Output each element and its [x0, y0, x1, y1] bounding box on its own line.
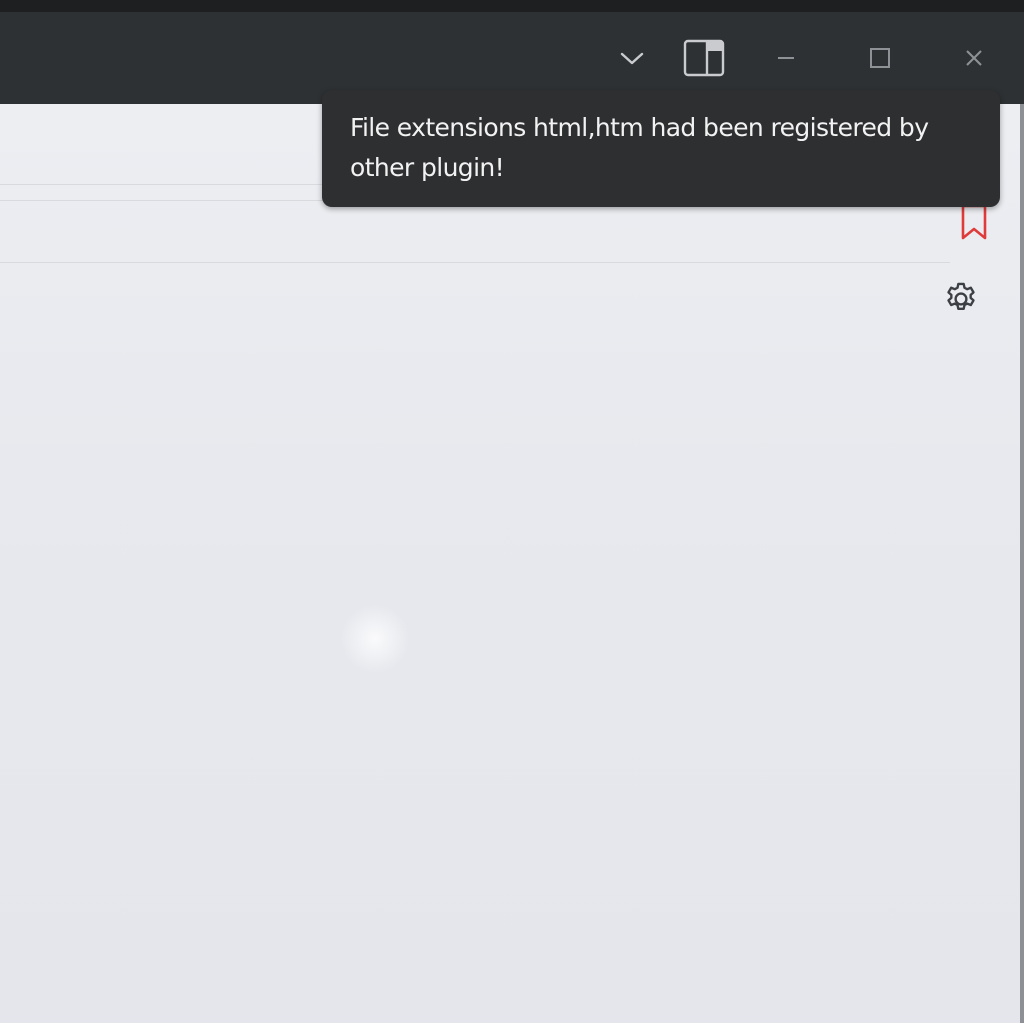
header-divider: [0, 262, 950, 263]
chevron-down-icon: [619, 49, 645, 67]
minimize-icon: [774, 55, 798, 61]
bookmark-button[interactable]: [954, 204, 994, 244]
maximize-button[interactable]: [858, 40, 902, 76]
dropdown-chevron-button[interactable]: [610, 40, 654, 76]
close-icon: [963, 47, 985, 69]
app-window: File extensions html,htm had been regist…: [0, 0, 1024, 1023]
bookmark-icon: [959, 203, 989, 245]
split-view-button[interactable]: [682, 39, 726, 77]
notification-toast: File extensions html,htm had been regist…: [322, 90, 1000, 207]
toolbar-divider: [0, 184, 330, 185]
close-button[interactable]: [952, 40, 996, 76]
minimize-button[interactable]: [764, 40, 808, 76]
screen-bezel: [0, 0, 1024, 12]
notification-message: File extensions html,htm had been regist…: [350, 113, 929, 182]
maximize-icon: [868, 46, 892, 70]
toolbar-divider: [0, 200, 330, 201]
split-view-icon: [683, 39, 725, 77]
settings-button[interactable]: [941, 281, 981, 321]
main-content-area: [0, 104, 1020, 1023]
window-edge: [1020, 104, 1024, 1023]
gear-icon: [942, 280, 980, 322]
